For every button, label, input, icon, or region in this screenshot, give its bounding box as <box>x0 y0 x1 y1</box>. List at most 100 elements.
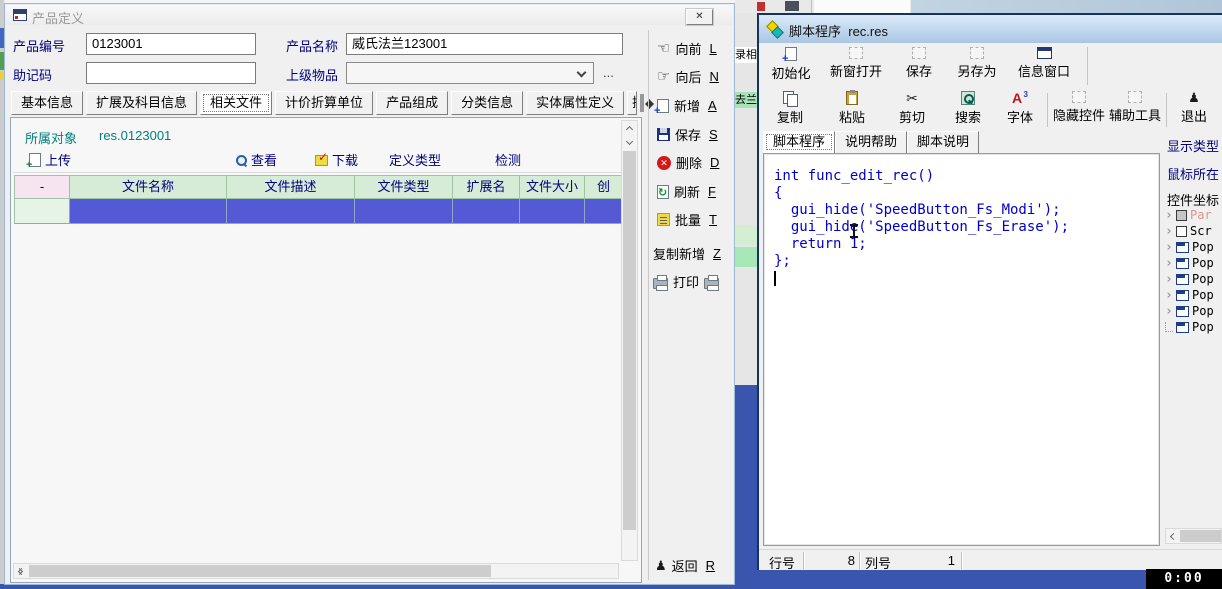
column-header-file-size[interactable]: 文件大小 <box>520 175 585 199</box>
expand-arrow-icon[interactable]: › <box>1165 256 1173 271</box>
delete-button[interactable]: ✕ 删除D <box>657 153 719 172</box>
background-icon <box>757 2 765 11</box>
column-header-created-truncated[interactable]: 创 <box>585 175 623 199</box>
vertical-scrollbar[interactable] <box>621 120 638 561</box>
return-button[interactable]: ♟ 返回R <box>655 556 715 575</box>
initialize-icon <box>785 47 797 61</box>
check-button[interactable]: 检测 <box>495 150 521 169</box>
cell-file-size[interactable] <box>520 199 585 224</box>
display-type-link[interactable]: 显示类型 <box>1167 136 1219 155</box>
go-previous-button[interactable]: ☜ 向前L <box>657 39 717 58</box>
upload-button[interactable]: 上传 <box>29 150 71 169</box>
initialize-button[interactable]: 初始化 <box>765 47 817 89</box>
vertical-scrollbar-thumb[interactable] <box>623 138 636 530</box>
cell-file-description[interactable] <box>227 199 355 224</box>
mouse-position-link[interactable]: 鼠标所在 <box>1167 164 1219 183</box>
column-header-file-description[interactable]: 文件描述 <box>227 175 355 199</box>
info-window-button[interactable]: 信息窗口 <box>1011 47 1077 89</box>
mnemonic-field[interactable] <box>86 62 256 84</box>
expand-arrow-icon[interactable]: › <box>1165 304 1173 319</box>
tab-product-composition[interactable]: 产品组成 <box>376 91 448 115</box>
tab-pricing-unit[interactable]: 计价折算单位 <box>275 91 373 115</box>
search-button[interactable]: 搜索 <box>947 91 989 129</box>
column-header-file-name[interactable]: 文件名称 <box>70 175 227 199</box>
expand-arrow-icon[interactable]: › <box>1165 272 1173 287</box>
expand-arrow-icon[interactable]: › <box>1165 208 1173 223</box>
copy-button[interactable]: 复制 <box>769 91 811 129</box>
tree-item-label: Scr <box>1190 224 1212 238</box>
download-button[interactable]: 下载 <box>315 150 358 169</box>
tree-item-popup[interactable]: › Pop <box>1165 239 1214 255</box>
tab-scroll-right-button[interactable] <box>642 94 644 112</box>
tab-script-description[interactable]: 脚本说明 <box>907 131 979 153</box>
go-next-button[interactable]: ☞ 向后N <box>657 67 719 86</box>
save-script-button[interactable]: 保存 <box>897 47 941 89</box>
expand-arrow-icon[interactable]: › <box>1165 224 1173 239</box>
titlebar[interactable]: 脚本程序 rec.res <box>759 15 1222 43</box>
tab-basic-info[interactable]: 基本信息 <box>11 91 83 115</box>
sidebar-horizontal-scrollbar[interactable] <box>1165 528 1222 544</box>
tree-item-popup[interactable]: › Pop <box>1165 287 1214 303</box>
add-new-button[interactable]: 新增A <box>657 96 717 115</box>
tab-description-truncated[interactable]: 描 <box>627 91 637 115</box>
checkbox-icon[interactable] <box>1176 226 1187 237</box>
font-button[interactable]: A 字体 <box>999 91 1041 129</box>
cut-button[interactable]: ✂ 剪切 <box>891 91 933 129</box>
aux-tools-button[interactable]: 辅助工具 <box>1108 91 1162 129</box>
tree-item-popup[interactable]: › Pop <box>1165 303 1214 319</box>
scroll-down-button[interactable] <box>622 136 637 151</box>
product-code-field[interactable]: 0123001 <box>86 33 256 55</box>
tab-help[interactable]: 说明帮助 <box>835 131 907 153</box>
tree-item-popup[interactable]: › Pop <box>1165 255 1214 271</box>
column-header-select[interactable]: - <box>14 175 70 199</box>
tree-item-popup-last[interactable]: Pop <box>1165 319 1214 335</box>
hide-controls-button[interactable]: 隐藏控件 <box>1052 91 1106 129</box>
chevron-down-icon <box>577 68 587 78</box>
product-name-field[interactable]: 威氏法兰123001 <box>346 33 623 55</box>
paste-button[interactable]: 粘贴 <box>831 91 873 129</box>
close-button[interactable]: ✕ <box>686 9 713 25</box>
tab-extended-subject-info[interactable]: 扩展及科目信息 <box>86 91 197 115</box>
copy-add-button[interactable]: 复制新增Z <box>653 244 721 263</box>
print-button[interactable]: 打印 <box>653 272 719 291</box>
refresh-button[interactable]: 刷新F <box>657 182 716 201</box>
expand-arrow-icon[interactable]: › <box>1165 288 1173 303</box>
batch-button[interactable]: 批量T <box>657 210 717 229</box>
view-button[interactable]: 查看 <box>235 150 277 169</box>
tab-related-files[interactable]: 相关文件 <box>200 91 272 115</box>
cell-file-name[interactable] <box>70 199 227 224</box>
titlebar[interactable]: 产品定义 ✕ <box>6 5 733 25</box>
code-editor[interactable]: int func_edit_rec() { gui_hide('SpeedBut… <box>763 153 1160 546</box>
cell-select[interactable] <box>14 199 70 224</box>
cell-created[interactable] <box>585 199 623 224</box>
horizontal-scrollbar[interactable] <box>13 563 619 579</box>
horizontal-scrollbar-thumb[interactable] <box>29 565 491 577</box>
tab-entity-attribute-definition[interactable]: 实体属性定义 <box>526 91 624 115</box>
define-type-button[interactable]: 定义类型 <box>389 150 441 169</box>
tree-item-screen[interactable]: › Scr <box>1165 223 1212 239</box>
exit-button[interactable]: ♟ 退出 <box>1172 91 1216 129</box>
column-header-file-type[interactable]: 文件类型 <box>355 175 453 199</box>
background-toolbar-sliver <box>735 0 1222 13</box>
save-button[interactable]: 保存S <box>657 125 718 144</box>
open-new-window-button[interactable]: 新窗打开 <box>823 47 889 89</box>
checkbox-icon[interactable] <box>1176 210 1187 221</box>
expand-arrow-icon[interactable]: › <box>1165 240 1173 255</box>
tab-script-program[interactable]: 脚本程序 <box>763 131 835 153</box>
tree-item-panel-selected[interactable]: › Par <box>1165 207 1212 223</box>
sidebar-scrollbar-thumb[interactable] <box>1180 530 1221 542</box>
editor-tab-bar: 脚本程序 说明帮助 脚本说明 <box>763 131 979 153</box>
search-label: 搜索 <box>955 107 981 126</box>
cell-extension[interactable] <box>453 199 520 224</box>
scroll-up-button[interactable] <box>622 121 637 136</box>
cell-file-type[interactable] <box>355 199 453 224</box>
exit-icon: ♟ <box>655 559 667 572</box>
column-header-extension[interactable]: 扩展名 <box>453 175 520 199</box>
parent-item-more-button[interactable]: ... <box>603 65 614 80</box>
save-as-button[interactable]: 另存为 <box>949 47 1005 89</box>
save-as-label: 另存为 <box>957 61 996 80</box>
tree-item-popup[interactable]: › Pop <box>1165 271 1214 287</box>
table-row-selected-empty[interactable] <box>14 199 623 224</box>
tab-classification-info[interactable]: 分类信息 <box>451 91 523 115</box>
parent-item-combobox[interactable] <box>346 62 594 84</box>
